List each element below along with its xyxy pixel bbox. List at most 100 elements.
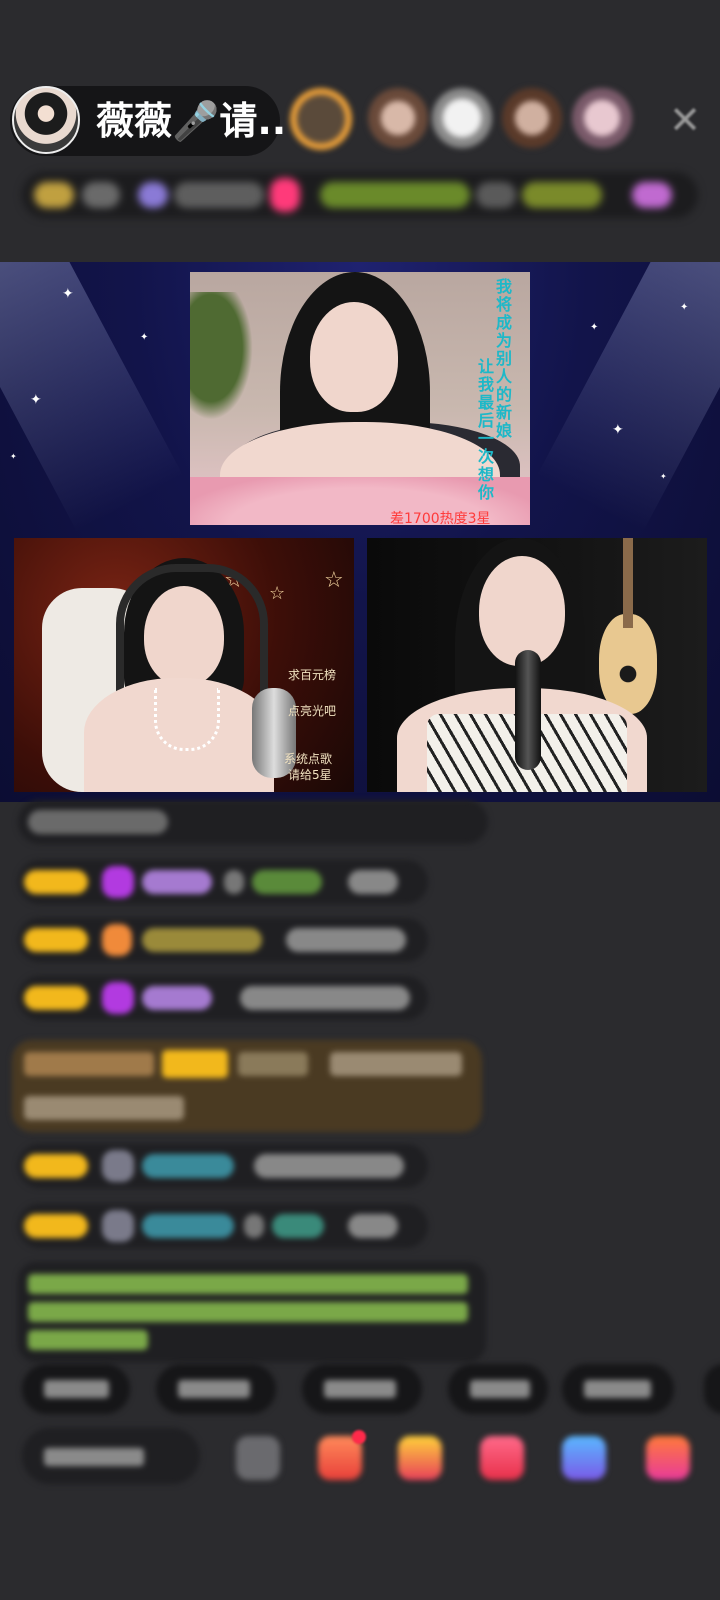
user-level-badge xyxy=(24,986,88,1010)
user-level-badge xyxy=(24,928,88,952)
heat-goal-text: 差1700热度3星 xyxy=(390,511,491,525)
light-beam xyxy=(536,262,720,533)
chat-system-message xyxy=(18,800,488,844)
chat-username xyxy=(142,986,212,1010)
chat-text xyxy=(254,1154,404,1178)
chat-input[interactable] xyxy=(22,1428,200,1484)
quick-reply-chip[interactable] xyxy=(156,1364,276,1414)
chat-text xyxy=(330,1052,462,1076)
chat-username xyxy=(142,870,212,894)
viewer-avatar[interactable] xyxy=(502,88,562,148)
overlay-text: 请给5星 xyxy=(288,768,332,782)
star-decoration: ✦ xyxy=(660,472,667,481)
overlay-text: 求百元榜 xyxy=(288,668,337,682)
treasure-icon[interactable] xyxy=(398,1436,442,1480)
plant-decoration xyxy=(190,292,260,432)
fan-badge-icon xyxy=(102,1150,134,1182)
pearl-necklace xyxy=(154,688,220,751)
quick-reply-chip[interactable] xyxy=(562,1364,674,1414)
viewer-avatar[interactable] xyxy=(432,88,492,148)
star-decoration: ✦ xyxy=(10,452,17,461)
chat-message[interactable] xyxy=(18,1204,428,1248)
fan-badge-icon xyxy=(102,924,132,956)
lyric-line: 我将成为别人的新娘 xyxy=(496,277,513,440)
cohost-video-left[interactable]: ☆ ☆ ☆ 求百元榜 点亮光吧 系统点歌 请给5星 xyxy=(14,538,354,792)
star-decoration: ✦ xyxy=(612,422,624,438)
chat-username xyxy=(238,1052,308,1076)
star-decoration: ✦ xyxy=(30,392,42,408)
room-tags-bar[interactable] xyxy=(22,172,698,218)
chat-system-notice xyxy=(18,1262,486,1362)
chat-text xyxy=(244,1214,264,1238)
face xyxy=(310,302,398,412)
chat-message[interactable] xyxy=(18,860,428,904)
quick-reply-chip[interactable] xyxy=(704,1364,720,1414)
chat-text xyxy=(286,928,406,952)
chat-vip-message[interactable] xyxy=(12,1040,482,1132)
notice-text xyxy=(522,182,602,208)
quick-reply-chip[interactable] xyxy=(448,1364,548,1414)
chat-username xyxy=(142,1154,234,1178)
chat-mention xyxy=(272,1214,324,1238)
viewer-avatar[interactable] xyxy=(368,88,428,148)
overlay-text: 点亮光吧 xyxy=(288,704,337,718)
notice-text xyxy=(28,1274,468,1294)
close-icon[interactable]: ✕ xyxy=(665,100,705,140)
game-icon[interactable] xyxy=(562,1436,606,1480)
level-badge xyxy=(34,182,74,208)
chat-message[interactable] xyxy=(18,1144,428,1188)
tag-text xyxy=(174,182,264,208)
cohost-video-right[interactable] xyxy=(367,538,707,792)
chat-text xyxy=(240,986,410,1010)
fan-badge-icon xyxy=(102,1210,134,1242)
avatar-badge xyxy=(632,182,672,208)
chat-text xyxy=(224,870,244,894)
viewer-avatar[interactable] xyxy=(290,88,352,150)
quick-reply-chip[interactable] xyxy=(22,1364,130,1414)
chat-text xyxy=(348,870,398,894)
chat-message[interactable] xyxy=(18,918,428,962)
tag-text xyxy=(82,182,120,208)
user-level-badge xyxy=(24,870,88,894)
chat-message[interactable] xyxy=(18,976,428,1020)
live-video-stage[interactable]: ✦ ✦ ✦ ✦ ✦ ✦ ✦ ✦ 我将成为别人的新娘 让我最后一次想你 差1700… xyxy=(0,262,720,802)
notice-text xyxy=(28,1330,148,1350)
light-beam xyxy=(0,262,184,533)
star-decoration: ✦ xyxy=(680,302,689,313)
quick-reply-chip[interactable] xyxy=(302,1364,422,1414)
viewer-avatar[interactable] xyxy=(572,88,632,148)
guitar-neck xyxy=(623,538,633,628)
lyric-line: 让我最后一次想你 xyxy=(478,357,495,502)
chat-username xyxy=(142,928,262,952)
fan-badge-icon xyxy=(102,866,134,898)
chat-mention xyxy=(252,870,322,894)
rank-icon xyxy=(138,182,168,208)
face xyxy=(479,556,565,666)
heart-gift-icon[interactable] xyxy=(480,1436,524,1480)
star-decoration: ✦ xyxy=(140,332,149,343)
user-level-badge xyxy=(24,1214,88,1238)
star-decoration: ✦ xyxy=(590,322,599,333)
chat-text xyxy=(348,1214,398,1238)
star-decoration: ✦ xyxy=(62,286,74,302)
chat-text xyxy=(28,810,168,834)
overlay-text: 系统点歌 xyxy=(284,752,333,766)
star-decoration: ☆ xyxy=(324,568,344,593)
chat-username xyxy=(142,1214,234,1238)
notice-text xyxy=(28,1302,468,1322)
vip-badge xyxy=(24,1052,154,1076)
chat-input-placeholder xyxy=(44,1448,144,1466)
more-icon[interactable] xyxy=(646,1436,690,1480)
emoji-icon[interactable] xyxy=(236,1436,280,1480)
microphone xyxy=(515,650,541,770)
gift-icon xyxy=(270,178,300,212)
notice-text xyxy=(476,182,516,208)
star-decoration: ☆ xyxy=(269,583,286,604)
host-video-main[interactable]: 我将成为别人的新娘 让我最后一次想你 差1700热度3星 xyxy=(190,272,530,525)
notice-text xyxy=(320,182,470,208)
chat-text xyxy=(24,1096,184,1120)
user-level-badge xyxy=(162,1050,228,1078)
guitar xyxy=(599,614,657,714)
face xyxy=(144,586,224,686)
host-avatar[interactable] xyxy=(12,86,80,154)
